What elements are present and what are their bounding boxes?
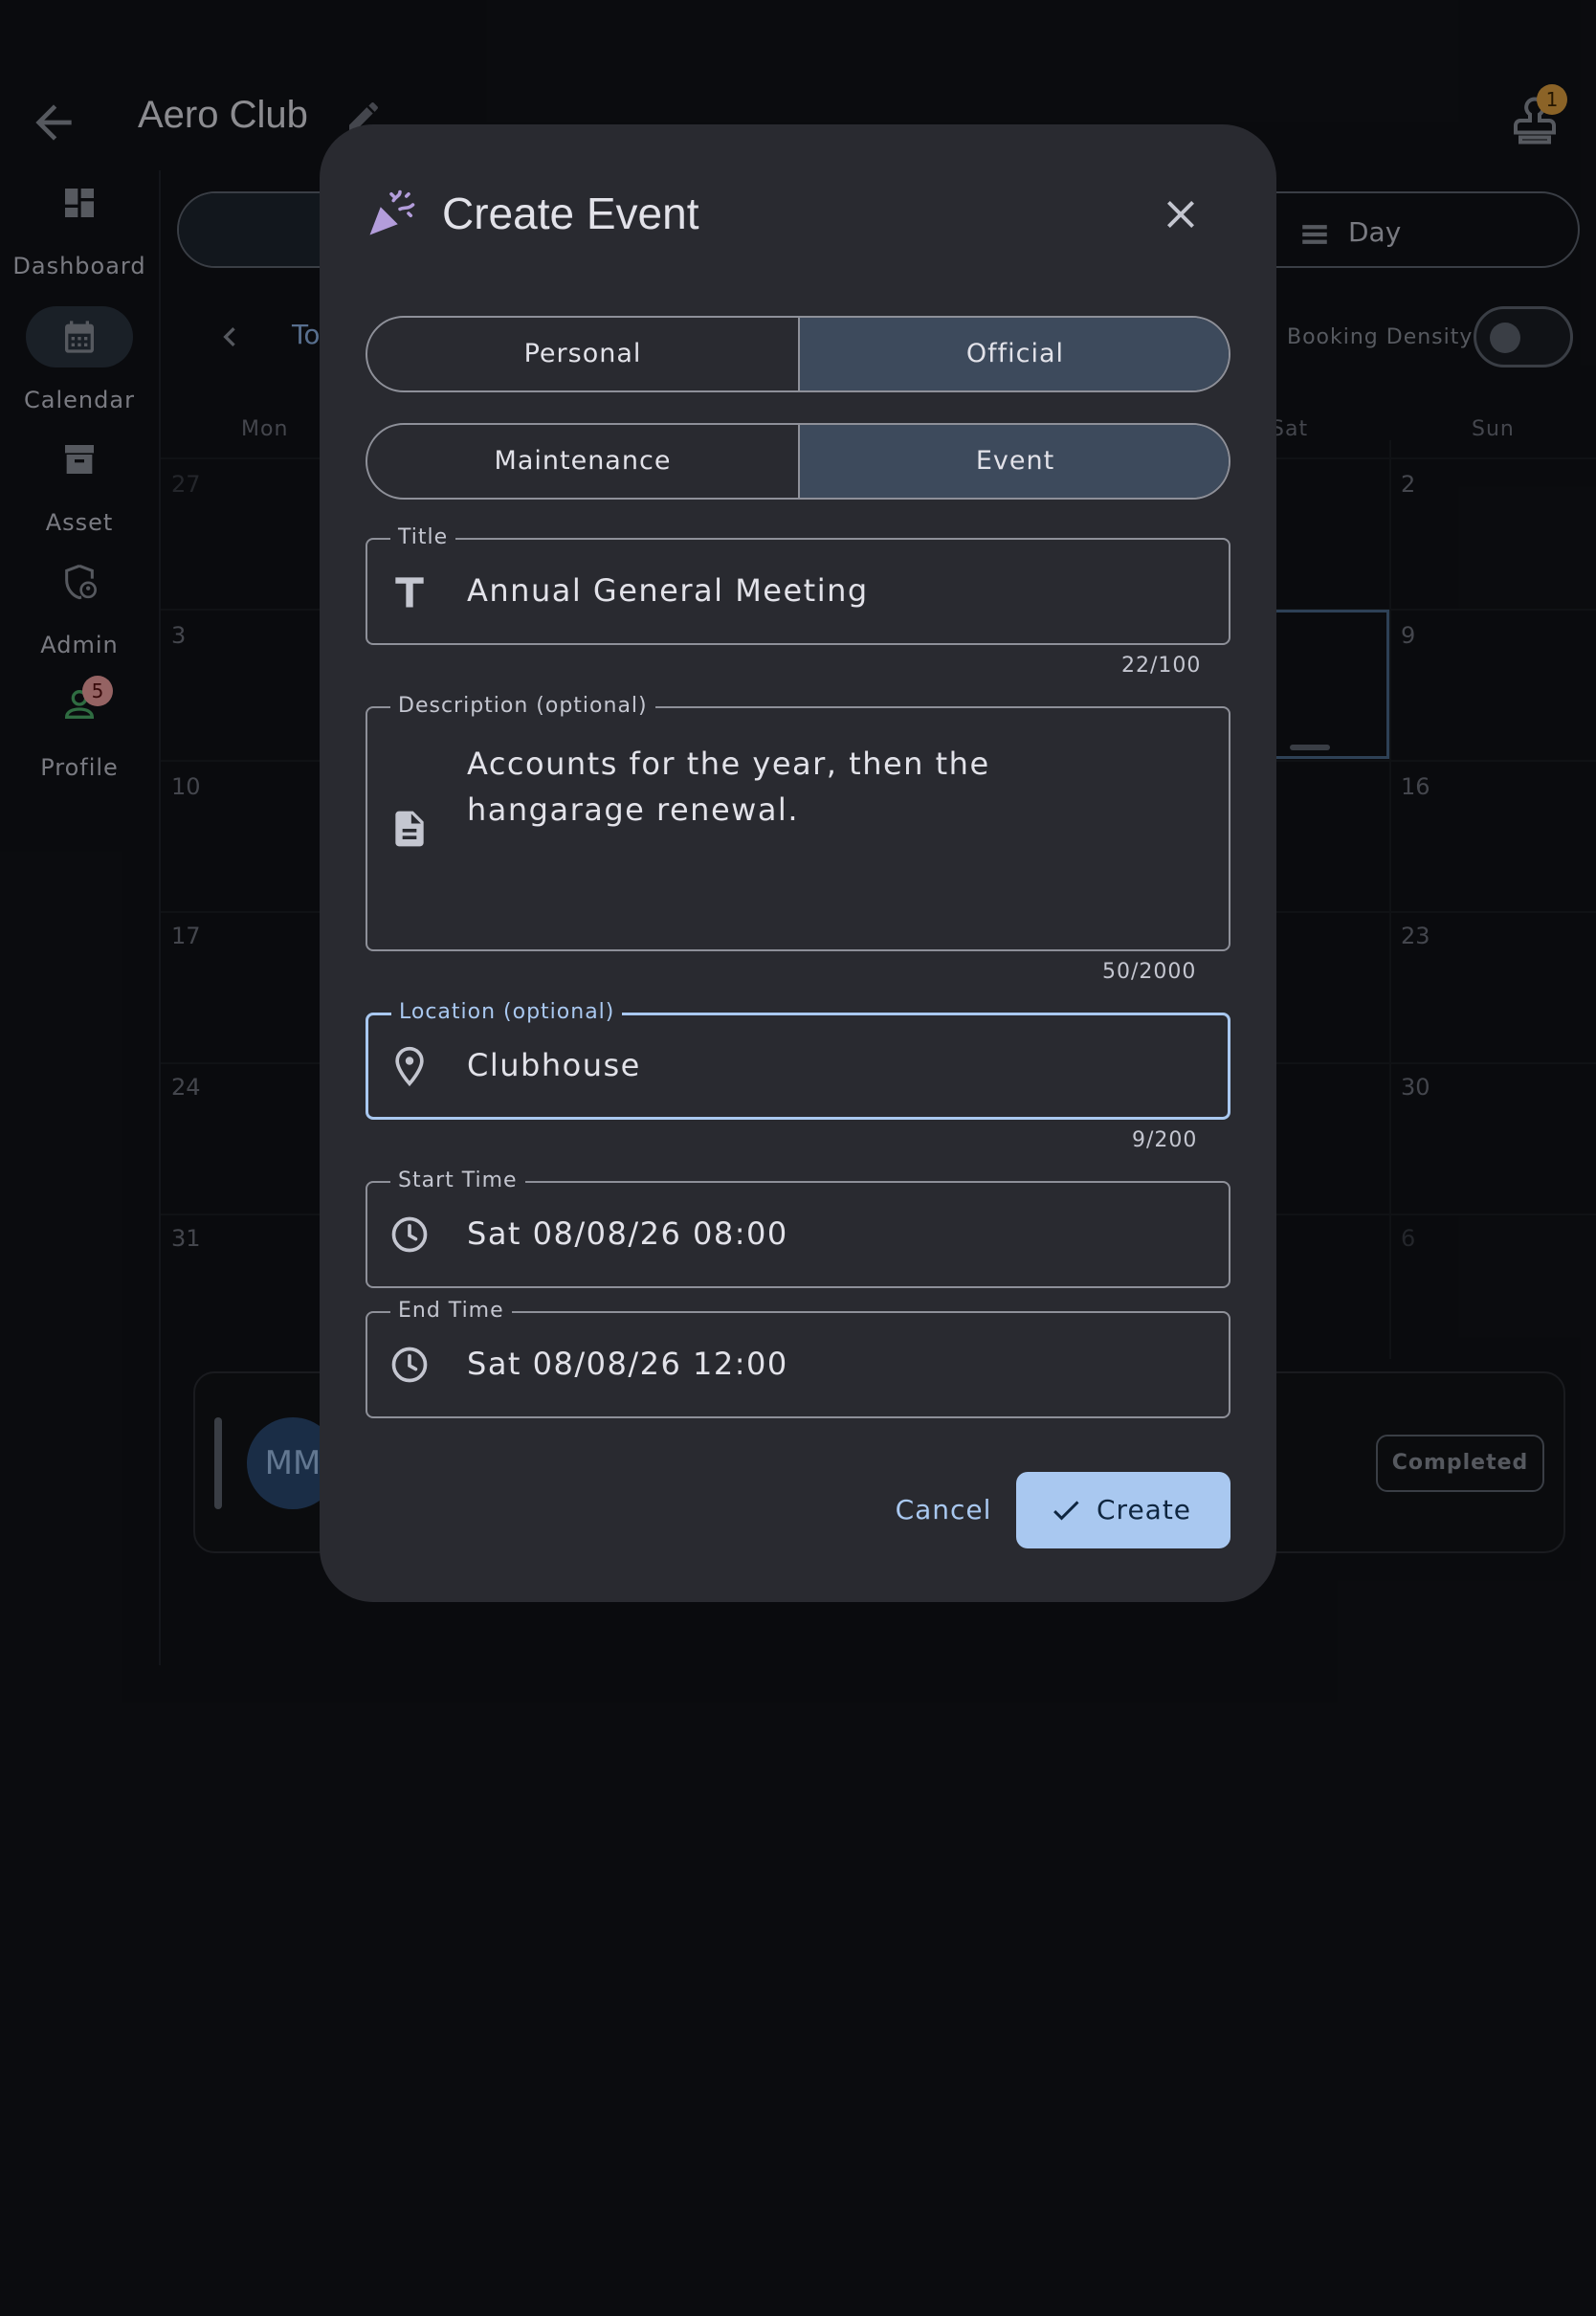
close-button[interactable] [1158,191,1204,237]
create-event-dialog: Create Event Personal Official Maintenan… [320,124,1276,1602]
start-time-field-label: Start Time [390,1168,525,1194]
kind-segmented: Maintenance Event [366,423,1230,500]
description-icon [395,811,424,847]
start-time-field[interactable]: Start Time Sat 08/08/26 08:00 [366,1168,1230,1288]
location-field-label: Location (optional) [391,999,623,1026]
description-char-counter: 50/2000 [1102,960,1197,984]
location-char-counter: 9/200 [1132,1128,1198,1152]
end-time-field[interactable]: End Time Sat 08/08/26 12:00 [366,1298,1230,1418]
title-char-counter: 22/100 [1121,654,1202,678]
create-button-label: Create [1097,1494,1192,1525]
dialog-title: Create Event [442,189,699,238]
clock-icon [391,1216,428,1253]
end-time-field-label: End Time [390,1298,512,1325]
close-icon [1167,201,1194,228]
clock-icon [391,1347,428,1383]
kind-option-event[interactable]: Event [800,425,1229,498]
title-field-label: Title [390,524,456,551]
location-pin-icon [395,1046,424,1087]
kind-option-maintenance[interactable]: Maintenance [367,425,798,498]
scope-option-personal[interactable]: Personal [367,318,798,390]
text-fields-icon [395,577,424,608]
start-time-input[interactable]: Sat 08/08/26 08:00 [467,1215,788,1252]
scope-option-official[interactable]: Official [800,318,1229,390]
end-time-input[interactable]: Sat 08/08/26 12:00 [467,1346,788,1382]
title-input[interactable]: Annual General Meeting [467,572,869,609]
scope-segmented: Personal Official [366,316,1230,392]
create-button[interactable]: Create [1016,1472,1230,1548]
description-field-label: Description (optional) [390,693,655,720]
party-popper-icon [369,189,415,235]
check-icon [1053,1501,1079,1521]
description-field[interactable]: Description (optional) Accounts for the … [366,693,1230,951]
title-field[interactable]: Title Annual General Meeting [366,524,1230,645]
location-field[interactable]: Location (optional) Clubhouse [366,999,1230,1120]
description-input[interactable]: Accounts for the year, then the hangarag… [467,741,1175,833]
cancel-button[interactable]: Cancel [867,1472,1020,1548]
location-input[interactable]: Clubhouse [467,1047,641,1083]
